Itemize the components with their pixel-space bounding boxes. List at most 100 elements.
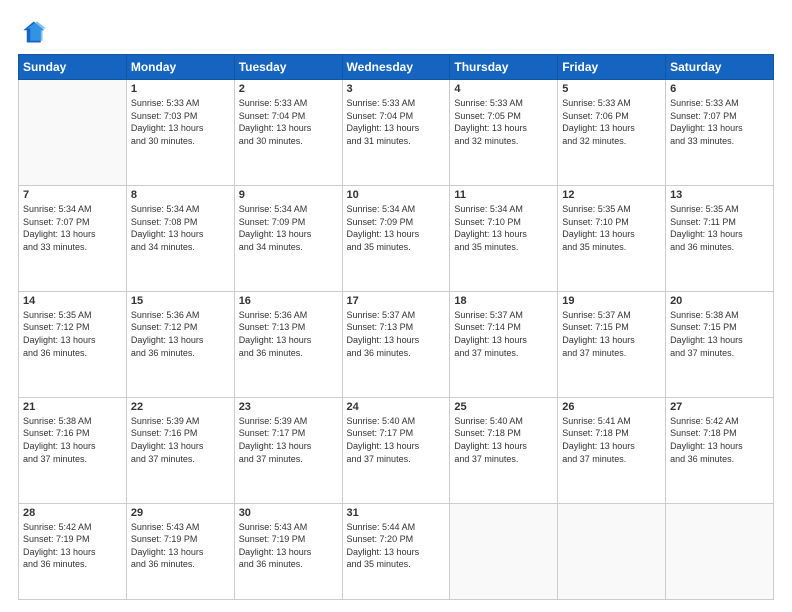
calendar-cell: 14 Sunrise: 5:35 AM Sunset: 7:12 PM Dayli… bbox=[19, 291, 127, 397]
day-info: Sunrise: 5:34 AM Sunset: 7:10 PM Dayligh… bbox=[454, 203, 553, 253]
day-info: Sunrise: 5:39 AM Sunset: 7:17 PM Dayligh… bbox=[239, 415, 338, 465]
calendar-cell: 19 Sunrise: 5:37 AM Sunset: 7:15 PM Dayli… bbox=[558, 291, 666, 397]
calendar-cell: 4 Sunrise: 5:33 AM Sunset: 7:05 PM Daylig… bbox=[450, 80, 558, 186]
calendar-cell: 22 Sunrise: 5:39 AM Sunset: 7:16 PM Dayli… bbox=[126, 397, 234, 503]
calendar-cell: 16 Sunrise: 5:36 AM Sunset: 7:13 PM Dayli… bbox=[234, 291, 342, 397]
day-info: Sunrise: 5:36 AM Sunset: 7:13 PM Dayligh… bbox=[239, 309, 338, 359]
calendar-cell: 15Sunrise: 5:36 AM Sunset: 7:12 PM Dayli… bbox=[126, 291, 234, 397]
calendar-cell: 7Sunrise: 5:34 AM Sunset: 7:07 PM Daylig… bbox=[19, 185, 127, 291]
day-number: 2 bbox=[239, 83, 338, 95]
calendar-cell bbox=[558, 503, 666, 599]
calendar-week-4: 21Sunrise: 5:38 AM Sunset: 7:16 PM Dayli… bbox=[19, 397, 774, 503]
calendar-weekday-tuesday: Tuesday bbox=[234, 55, 342, 80]
day-number: 19 bbox=[562, 295, 661, 307]
calendar-cell: 27Sunrise: 5:42 AM Sunset: 7:18 PM Dayli… bbox=[666, 397, 774, 503]
day-number: 10 bbox=[347, 189, 446, 201]
calendar-cell: 5 Sunrise: 5:33 AM Sunset: 7:06 PM Daylig… bbox=[558, 80, 666, 186]
calendar-cell: 17Sunrise: 5:37 AM Sunset: 7:13 PM Dayli… bbox=[342, 291, 450, 397]
day-info: Sunrise: 5:38 AM Sunset: 7:16 PM Dayligh… bbox=[23, 415, 122, 465]
day-number: 24 bbox=[347, 401, 446, 413]
calendar-cell: 11 Sunrise: 5:34 AM Sunset: 7:10 PM Dayli… bbox=[450, 185, 558, 291]
day-info: Sunrise: 5:39 AM Sunset: 7:16 PM Dayligh… bbox=[131, 415, 230, 465]
day-info: Sunrise: 5:44 AM Sunset: 7:20 PM Dayligh… bbox=[347, 521, 446, 571]
day-info: Sunrise: 5:36 AM Sunset: 7:12 PM Dayligh… bbox=[131, 309, 230, 359]
day-number: 30 bbox=[239, 507, 338, 519]
day-info: Sunrise: 5:35 AM Sunset: 7:12 PM Dayligh… bbox=[23, 309, 122, 359]
day-info: Sunrise: 5:38 AM Sunset: 7:15 PM Dayligh… bbox=[670, 309, 769, 359]
calendar-cell: 29 Sunrise: 5:43 AM Sunset: 7:19 PM Dayli… bbox=[126, 503, 234, 599]
day-number: 5 bbox=[562, 83, 661, 95]
header bbox=[18, 18, 774, 46]
calendar-cell: 1 Sunrise: 5:33 AM Sunset: 7:03 PM Daylig… bbox=[126, 80, 234, 186]
day-number: 14 bbox=[23, 295, 122, 307]
calendar-cell: 20Sunrise: 5:38 AM Sunset: 7:15 PM Dayli… bbox=[666, 291, 774, 397]
day-number: 31 bbox=[347, 507, 446, 519]
calendar-cell: 13 Sunrise: 5:35 AM Sunset: 7:11 PM Dayli… bbox=[666, 185, 774, 291]
calendar-weekday-wednesday: Wednesday bbox=[342, 55, 450, 80]
day-number: 25 bbox=[454, 401, 553, 413]
calendar-week-1: 1 Sunrise: 5:33 AM Sunset: 7:03 PM Daylig… bbox=[19, 80, 774, 186]
calendar-cell: 9 Sunrise: 5:34 AM Sunset: 7:09 PM Daylig… bbox=[234, 185, 342, 291]
calendar-cell: 25 Sunrise: 5:40 AM Sunset: 7:18 PM Dayli… bbox=[450, 397, 558, 503]
page: SundayMondayTuesdayWednesdayThursdayFrid… bbox=[0, 0, 792, 612]
day-info: Sunrise: 5:43 AM Sunset: 7:19 PM Dayligh… bbox=[131, 521, 230, 571]
logo bbox=[18, 18, 50, 46]
calendar-weekday-monday: Monday bbox=[126, 55, 234, 80]
calendar-week-5: 28 Sunrise: 5:42 AM Sunset: 7:19 PM Dayli… bbox=[19, 503, 774, 599]
day-info: Sunrise: 5:33 AM Sunset: 7:05 PM Dayligh… bbox=[454, 97, 553, 147]
day-number: 1 bbox=[131, 83, 230, 95]
calendar-table: SundayMondayTuesdayWednesdayThursdayFrid… bbox=[18, 54, 774, 600]
day-info: Sunrise: 5:37 AM Sunset: 7:13 PM Dayligh… bbox=[347, 309, 446, 359]
day-info: Sunrise: 5:34 AM Sunset: 7:07 PM Dayligh… bbox=[23, 203, 122, 253]
day-info: Sunrise: 5:33 AM Sunset: 7:06 PM Dayligh… bbox=[562, 97, 661, 147]
day-number: 23 bbox=[239, 401, 338, 413]
day-info: Sunrise: 5:34 AM Sunset: 7:08 PM Dayligh… bbox=[131, 203, 230, 253]
day-number: 13 bbox=[670, 189, 769, 201]
day-number: 29 bbox=[131, 507, 230, 519]
day-info: Sunrise: 5:40 AM Sunset: 7:17 PM Dayligh… bbox=[347, 415, 446, 465]
day-number: 16 bbox=[239, 295, 338, 307]
calendar-weekday-saturday: Saturday bbox=[666, 55, 774, 80]
calendar-body: 1 Sunrise: 5:33 AM Sunset: 7:03 PM Daylig… bbox=[19, 80, 774, 600]
day-info: Sunrise: 5:33 AM Sunset: 7:03 PM Dayligh… bbox=[131, 97, 230, 147]
calendar-header-row: SundayMondayTuesdayWednesdayThursdayFrid… bbox=[19, 55, 774, 80]
calendar-cell: 31 Sunrise: 5:44 AM Sunset: 7:20 PM Dayli… bbox=[342, 503, 450, 599]
day-info: Sunrise: 5:41 AM Sunset: 7:18 PM Dayligh… bbox=[562, 415, 661, 465]
day-info: Sunrise: 5:33 AM Sunset: 7:04 PM Dayligh… bbox=[239, 97, 338, 147]
logo-icon bbox=[18, 18, 46, 46]
calendar-cell bbox=[666, 503, 774, 599]
calendar-weekday-friday: Friday bbox=[558, 55, 666, 80]
day-info: Sunrise: 5:42 AM Sunset: 7:19 PM Dayligh… bbox=[23, 521, 122, 571]
calendar-cell: 3 Sunrise: 5:33 AM Sunset: 7:04 PM Daylig… bbox=[342, 80, 450, 186]
calendar-weekday-thursday: Thursday bbox=[450, 55, 558, 80]
calendar-week-2: 7Sunrise: 5:34 AM Sunset: 7:07 PM Daylig… bbox=[19, 185, 774, 291]
day-info: Sunrise: 5:33 AM Sunset: 7:04 PM Dayligh… bbox=[347, 97, 446, 147]
day-number: 28 bbox=[23, 507, 122, 519]
calendar-cell: 6Sunrise: 5:33 AM Sunset: 7:07 PM Daylig… bbox=[666, 80, 774, 186]
calendar-cell bbox=[450, 503, 558, 599]
day-info: Sunrise: 5:34 AM Sunset: 7:09 PM Dayligh… bbox=[239, 203, 338, 253]
calendar-cell: 12 Sunrise: 5:35 AM Sunset: 7:10 PM Dayli… bbox=[558, 185, 666, 291]
day-info: Sunrise: 5:37 AM Sunset: 7:15 PM Dayligh… bbox=[562, 309, 661, 359]
day-number: 12 bbox=[562, 189, 661, 201]
day-number: 4 bbox=[454, 83, 553, 95]
day-number: 18 bbox=[454, 295, 553, 307]
day-number: 22 bbox=[131, 401, 230, 413]
calendar-cell: 26Sunrise: 5:41 AM Sunset: 7:18 PM Dayli… bbox=[558, 397, 666, 503]
day-info: Sunrise: 5:34 AM Sunset: 7:09 PM Dayligh… bbox=[347, 203, 446, 253]
calendar-cell: 10 Sunrise: 5:34 AM Sunset: 7:09 PM Dayli… bbox=[342, 185, 450, 291]
day-number: 8 bbox=[131, 189, 230, 201]
day-number: 11 bbox=[454, 189, 553, 201]
calendar-cell: 28 Sunrise: 5:42 AM Sunset: 7:19 PM Dayli… bbox=[19, 503, 127, 599]
calendar-cell: 2 Sunrise: 5:33 AM Sunset: 7:04 PM Daylig… bbox=[234, 80, 342, 186]
calendar-cell: 8 Sunrise: 5:34 AM Sunset: 7:08 PM Daylig… bbox=[126, 185, 234, 291]
calendar-weekday-sunday: Sunday bbox=[19, 55, 127, 80]
calendar-cell bbox=[19, 80, 127, 186]
day-info: Sunrise: 5:35 AM Sunset: 7:10 PM Dayligh… bbox=[562, 203, 661, 253]
day-info: Sunrise: 5:35 AM Sunset: 7:11 PM Dayligh… bbox=[670, 203, 769, 253]
day-number: 3 bbox=[347, 83, 446, 95]
calendar-cell: 24 Sunrise: 5:40 AM Sunset: 7:17 PM Dayli… bbox=[342, 397, 450, 503]
day-info: Sunrise: 5:40 AM Sunset: 7:18 PM Dayligh… bbox=[454, 415, 553, 465]
day-number: 9 bbox=[239, 189, 338, 201]
calendar-cell: 23 Sunrise: 5:39 AM Sunset: 7:17 PM Dayli… bbox=[234, 397, 342, 503]
